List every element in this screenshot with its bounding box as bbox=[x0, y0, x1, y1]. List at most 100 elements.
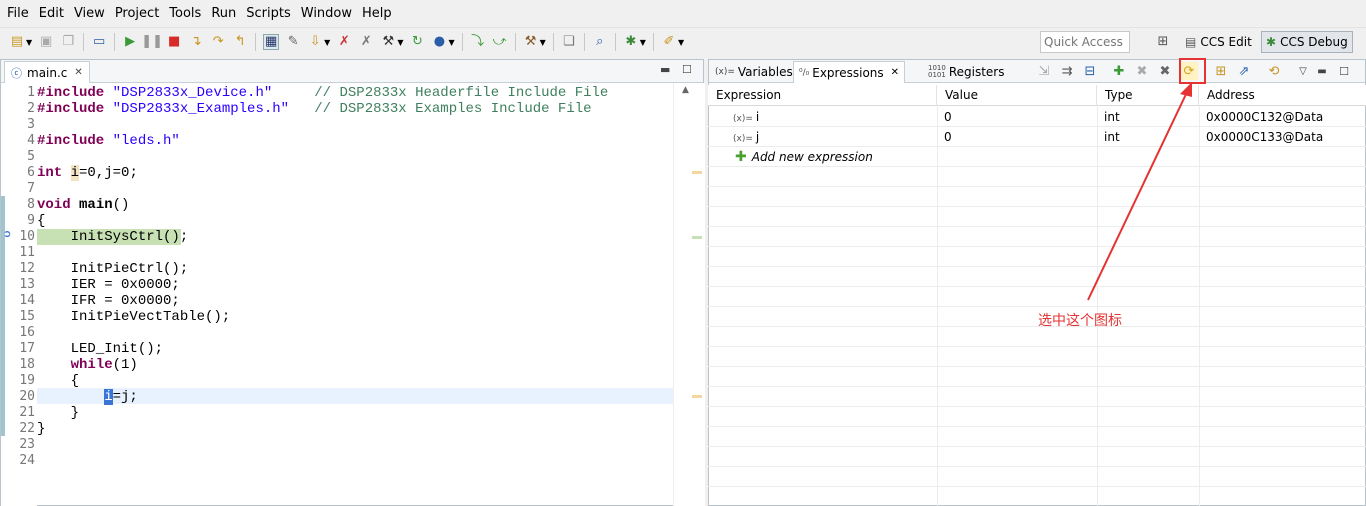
code-line-17[interactable]: LED_Init(); bbox=[37, 341, 163, 357]
add-expression-icon[interactable]: ✚ bbox=[1110, 62, 1128, 80]
tab-expressions-label: Expressions bbox=[812, 65, 884, 80]
code-line-10[interactable]: InitSysCtrl(); bbox=[37, 229, 189, 245]
menu-window[interactable]: Window bbox=[296, 0, 357, 28]
tab-registers[interactable]: 1010 0101 Registers bbox=[923, 61, 1010, 83]
value-cell[interactable]: 0 bbox=[937, 127, 952, 147]
menu-file[interactable]: File bbox=[2, 0, 34, 28]
add-new-expression[interactable]: ✚ Add new expression bbox=[728, 147, 873, 167]
code-line-8[interactable]: void main() bbox=[37, 197, 129, 213]
table-row[interactable]: (x)= i 0 int 0x0000C132@Data bbox=[708, 107, 1366, 127]
code-token: i bbox=[70, 165, 80, 181]
menu-project[interactable]: Project bbox=[110, 0, 164, 28]
editor-overview-ruler[interactable]: ▲ bbox=[673, 83, 705, 506]
minimize-icon[interactable]: ▬ bbox=[1313, 62, 1331, 80]
new-dropdown-icon[interactable]: ▼ bbox=[26, 38, 32, 47]
collapse-all-icon[interactable]: ⊟ bbox=[1081, 62, 1099, 80]
code-line-12[interactable]: InitPieCtrl(); bbox=[37, 261, 189, 277]
value-cell[interactable]: 0 bbox=[937, 107, 952, 127]
overview-mark[interactable] bbox=[692, 395, 702, 398]
column-value[interactable]: Value bbox=[937, 85, 1097, 106]
close-icon[interactable]: ✕ bbox=[891, 67, 899, 78]
instruction-stepping-icon[interactable]: ▦ bbox=[263, 34, 280, 50]
export-icon[interactable]: ⇗ bbox=[1235, 62, 1253, 80]
load-program-icon[interactable]: ⇩ bbox=[307, 34, 323, 50]
debug-dropdown-icon[interactable]: ▼ bbox=[448, 38, 454, 47]
overview-mark[interactable] bbox=[692, 236, 702, 239]
close-icon[interactable]: ✕ bbox=[74, 67, 82, 78]
step-into-c-icon[interactable]: ⤵ bbox=[470, 34, 486, 50]
save-icon[interactable]: ▣ bbox=[38, 34, 54, 50]
connect-dropdown-icon[interactable]: ▼ bbox=[397, 38, 403, 47]
save-all-icon[interactable]: ❐ bbox=[60, 34, 76, 50]
open-perspective-icon[interactable]: ⊞ bbox=[1155, 34, 1171, 50]
suspend-icon[interactable]: ❚❚ bbox=[141, 34, 163, 50]
code-line-14[interactable]: IFR = 0x0000; bbox=[37, 293, 180, 309]
code-line-15[interactable]: InitPieVectTable(); bbox=[37, 309, 231, 325]
column-type[interactable]: Type bbox=[1097, 85, 1199, 106]
code-line-21[interactable]: } bbox=[37, 405, 79, 421]
code-line-1[interactable]: #include "DSP2833x_Device.h" // DSP2833x… bbox=[37, 85, 608, 101]
restart-icon[interactable]: ✗ bbox=[358, 34, 374, 50]
build-icon[interactable]: ↻ bbox=[409, 34, 425, 50]
table-row[interactable]: (x)= j 0 int 0x0000C133@Data bbox=[708, 127, 1366, 147]
code-line-18[interactable]: while(1) bbox=[37, 357, 138, 373]
new-icon[interactable]: ▤ bbox=[9, 34, 25, 50]
tab-variables[interactable]: (x)= Variables bbox=[710, 61, 798, 83]
column-address[interactable]: Address bbox=[1199, 85, 1366, 106]
debug-monitor-icon[interactable]: ▭ bbox=[91, 34, 107, 50]
step-over-c-icon[interactable]: ⤻ bbox=[492, 34, 508, 50]
search-icon[interactable]: ⌕ bbox=[592, 34, 608, 50]
add-new-expression-row[interactable]: ✚ Add new expression bbox=[708, 147, 1366, 167]
load-dropdown-icon[interactable]: ▼ bbox=[324, 38, 330, 47]
minimize-icon[interactable]: ▬ bbox=[660, 63, 670, 76]
remove-expression-icon[interactable]: ✖ bbox=[1133, 62, 1151, 80]
debug-icon[interactable]: ● bbox=[431, 34, 447, 50]
code-line-22[interactable]: } bbox=[37, 421, 45, 437]
maximize-icon[interactable]: ☐ bbox=[1335, 62, 1353, 80]
code-line-20[interactable]: i=j; bbox=[37, 389, 138, 405]
refresh-icon[interactable]: ⟲ bbox=[1265, 62, 1283, 80]
step-over-icon[interactable]: ↷ bbox=[210, 34, 226, 50]
quick-access-input[interactable] bbox=[1040, 31, 1130, 53]
open-console-icon[interactable]: ❏ bbox=[561, 34, 577, 50]
reset-cpu-icon[interactable]: ✗ bbox=[336, 34, 352, 50]
editor-tab-main-c[interactable]: ⓒ main.c ✕ bbox=[4, 61, 90, 83]
code-line-2[interactable]: #include "DSP2833x_Examples.h" // DSP283… bbox=[37, 101, 592, 117]
menu-edit[interactable]: Edit bbox=[34, 0, 69, 28]
resume-icon[interactable]: ▶ bbox=[122, 34, 138, 50]
code-line-9[interactable]: { bbox=[37, 213, 45, 229]
remove-all-expressions-icon[interactable]: ✖ bbox=[1156, 62, 1174, 80]
tab-expressions[interactable]: ⁰/₀ Expressions ✕ bbox=[793, 61, 906, 83]
pin-icon[interactable]: ✐ bbox=[661, 34, 677, 50]
hammer-icon[interactable]: ⚒ bbox=[523, 34, 539, 50]
menu-view[interactable]: View bbox=[69, 0, 110, 28]
bug-icon[interactable]: ✱ bbox=[623, 34, 639, 50]
code-line-6[interactable]: int i=0,j=0; bbox=[37, 165, 138, 181]
overview-mark[interactable] bbox=[692, 171, 702, 174]
code-line-19[interactable]: { bbox=[37, 373, 79, 389]
new-expression-icon[interactable]: ⊞ bbox=[1212, 62, 1230, 80]
view-menu-icon[interactable]: ▽ bbox=[1294, 62, 1312, 80]
perspective-ccs-debug[interactable]: ✱ CCS Debug bbox=[1261, 31, 1353, 53]
bug-dropdown-icon[interactable]: ▼ bbox=[640, 38, 646, 47]
perspective-ccs-edit[interactable]: ▤ CCS Edit bbox=[1180, 31, 1257, 53]
menu-run[interactable]: Run bbox=[206, 0, 241, 28]
maximize-icon[interactable]: ☐ bbox=[682, 63, 692, 76]
menu-help[interactable]: Help bbox=[357, 0, 397, 28]
hammer-dropdown-icon[interactable]: ▼ bbox=[540, 38, 546, 47]
code-line-13[interactable]: IER = 0x0000; bbox=[37, 277, 180, 293]
link-icon[interactable]: ✎ bbox=[285, 34, 301, 50]
column-expression[interactable]: Expression bbox=[708, 85, 937, 106]
terminate-icon[interactable]: ■ bbox=[166, 34, 182, 50]
step-into-icon[interactable]: ↴ bbox=[188, 34, 204, 50]
show-logical-structure-icon[interactable]: ⇉ bbox=[1058, 62, 1076, 80]
scroll-up-icon[interactable]: ▲ bbox=[682, 85, 689, 95]
connect-target-icon[interactable]: ⚒ bbox=[380, 34, 396, 50]
pin-dropdown-icon[interactable]: ▼ bbox=[678, 38, 684, 47]
menu-scripts[interactable]: Scripts bbox=[241, 0, 295, 28]
show-type-names-icon[interactable]: ⇲ bbox=[1035, 62, 1053, 80]
code-line-4[interactable]: #include "leds.h" bbox=[37, 133, 180, 149]
step-return-icon[interactable]: ↰ bbox=[232, 34, 248, 50]
menu-tools[interactable]: Tools bbox=[164, 0, 206, 28]
code-token: IER = 0x0000; bbox=[70, 277, 180, 293]
